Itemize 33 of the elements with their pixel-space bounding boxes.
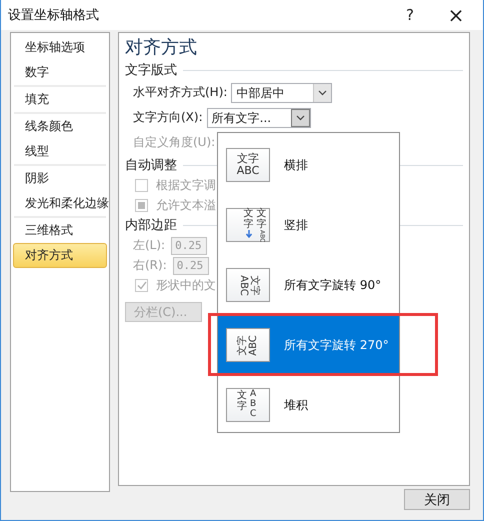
checkbox-label: 形状中的文: [156, 276, 216, 294]
sidebar-item[interactable]: 数字: [13, 60, 107, 85]
sidebar-item[interactable]: 三维格式: [13, 218, 107, 243]
dropdown[interactable]: 所有文字...: [206, 108, 311, 128]
section-heading: 自动调整: [125, 157, 177, 174]
field-label: 水平对齐方式(H):: [133, 84, 228, 101]
checkbox-label: 根据文字调: [156, 176, 216, 194]
sidebar-item[interactable]: 线条颜色: [13, 114, 107, 139]
help-button[interactable]: ?: [387, 6, 433, 24]
close-button[interactable]: 关闭: [404, 489, 470, 510]
sidebar-item[interactable]: 坐标轴选项: [13, 35, 107, 60]
menu-item[interactable]: 文字 ABC 横排: [218, 135, 399, 195]
field-label: 文字方向(X):: [133, 109, 203, 126]
dropdown[interactable]: 中部居中: [231, 82, 332, 102]
menu-item[interactable]: 文字 ABC 所有文字旋转 270°: [218, 315, 399, 375]
panel-title: 对齐方式: [125, 36, 198, 60]
checkbox-label: 允许文本溢: [156, 196, 216, 214]
field-label: 右(R):: [133, 257, 167, 274]
section-heading: 文字版式: [125, 62, 177, 79]
close-button[interactable]: ×: [433, 3, 479, 27]
menu-item[interactable]: 文字 ABC 所有文字旋转 90°: [218, 255, 399, 315]
rotated-text-icon: 文字 ABC: [226, 328, 270, 362]
sidebar-item[interactable]: 阴影: [13, 166, 107, 191]
window-title: 设置坐标轴格式: [8, 7, 100, 24]
rotated-text-icon: 文字 ABC: [226, 268, 270, 302]
field-label: 自定义角度(U):: [133, 134, 216, 151]
sidebar-item[interactable]: 填充: [13, 87, 107, 112]
horizontal-text-icon: 文字 ABC: [226, 148, 270, 182]
sidebar-item[interactable]: 发光和柔化边缘: [13, 191, 107, 216]
sidebar-item[interactable]: 线型: [13, 139, 107, 164]
section-heading: 内部边距: [125, 217, 177, 234]
field-label: 左(L):: [133, 237, 166, 254]
sidebar-item[interactable]: 对齐方式: [13, 243, 107, 268]
